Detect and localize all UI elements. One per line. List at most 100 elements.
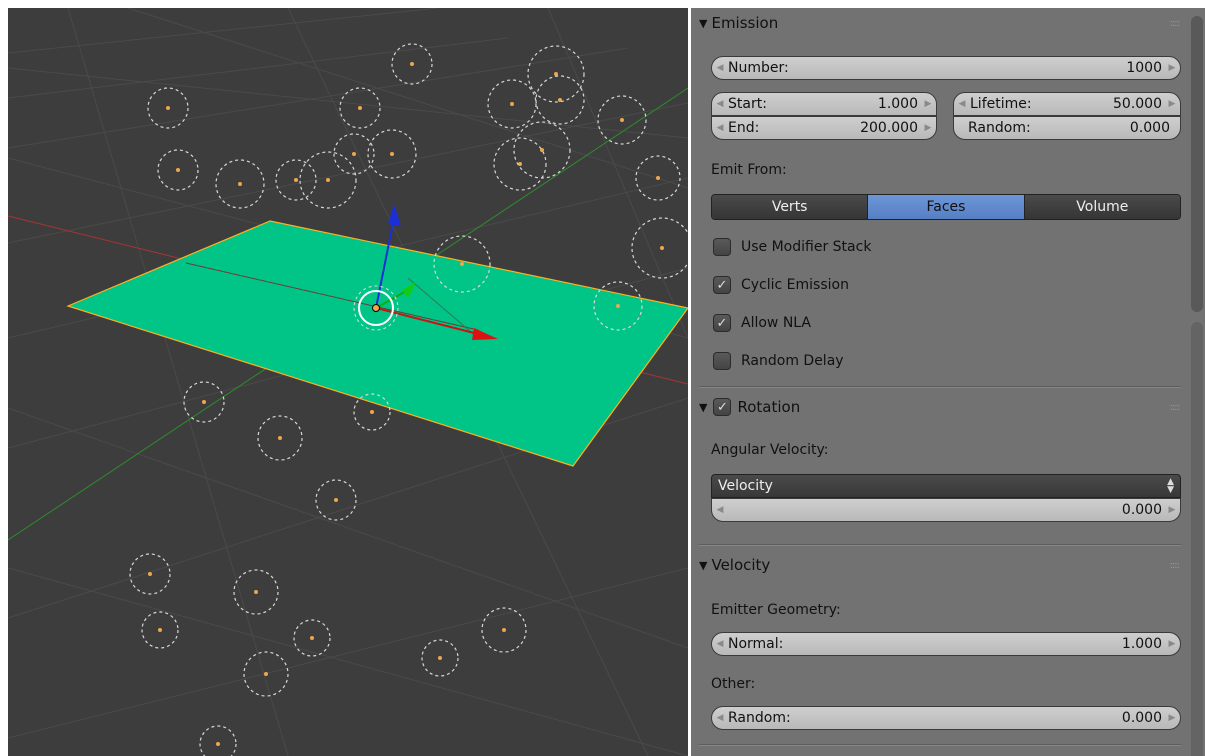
panel-scrollbar-thumb[interactable] — [1191, 322, 1203, 756]
viewport-canvas[interactable] — [8, 8, 688, 756]
particle-dot — [620, 118, 624, 122]
emitter-plane[interactable] — [66, 220, 688, 467]
decrement-arrow-icon[interactable]: ◀ — [712, 123, 728, 133]
emit-from-volume[interactable]: Volume — [1024, 195, 1180, 219]
random-label: Random: — [968, 120, 1031, 136]
grid-line — [8, 8, 439, 54]
decrement-arrow-icon[interactable]: ◀ — [712, 99, 728, 109]
emit-from-verts[interactable]: Verts — [712, 195, 869, 219]
drag-grip-icon[interactable]: :::: — [1170, 18, 1181, 29]
rotation-enable-check-icon[interactable]: ✓ — [713, 398, 732, 416]
other-label: Other: — [711, 676, 756, 692]
particle-dot — [158, 628, 162, 632]
angular-velocity-amount-field[interactable]: ◀ 0.000 ▶ — [711, 498, 1181, 522]
decrement-arrow-icon[interactable]: ◀ — [712, 63, 728, 73]
particle-dot — [294, 178, 298, 182]
increment-arrow-icon[interactable]: ▶ — [1164, 713, 1180, 723]
particle-dot — [148, 572, 152, 576]
start-field[interactable]: ◀ Start: 1.000 ▶ — [711, 92, 937, 116]
rotation-panel-header[interactable]: ▼ ✓ Rotation :::: — [699, 392, 1181, 422]
checkbox-label: Use Modifier Stack — [741, 239, 872, 255]
increment-arrow-icon[interactable]: ▶ — [1164, 63, 1180, 73]
collapse-icon[interactable]: ▼ — [699, 17, 707, 30]
checkbox-label: Cyclic Emission — [741, 277, 849, 293]
normal-field[interactable]: ◀ Normal: 1.000 ▶ — [711, 632, 1181, 656]
angular-velocity-mode-dropdown[interactable]: Velocity ▲ ▼ — [711, 474, 1181, 498]
velocity-panel-header[interactable]: ▼ Velocity :::: — [699, 550, 1181, 580]
number-value: 1000 — [1126, 60, 1162, 76]
normal-value: 1.000 — [1121, 636, 1162, 652]
properties-panel: ▼ Emission :::: ◀ Number: 1000 ▶ ◀ Start… — [691, 8, 1205, 756]
increment-arrow-icon[interactable]: ▶ — [1164, 505, 1180, 515]
decrement-arrow-icon[interactable]: ◀ — [712, 713, 728, 723]
particle-dot — [656, 176, 660, 180]
emit-from-label: Emit From: — [711, 162, 787, 178]
section-divider — [699, 744, 1181, 746]
particle-dot — [410, 62, 414, 66]
particle-dot — [518, 162, 522, 166]
lifetime-label: Lifetime: — [970, 96, 1032, 112]
particle-dot — [326, 178, 330, 182]
drag-grip-icon[interactable]: :::: — [1170, 402, 1181, 413]
particle-dot — [370, 410, 374, 414]
cyclic-emission-checkbox[interactable]: ✓ Cyclic Emission — [713, 274, 849, 296]
random-velocity-field[interactable]: ◀ Random: 0.000 ▶ — [711, 706, 1181, 730]
number-field[interactable]: ◀ Number: 1000 ▶ — [711, 56, 1181, 80]
particle-dot — [216, 742, 220, 746]
emit-from-faces[interactable]: Faces — [868, 195, 1025, 219]
increment-arrow-icon[interactable]: ▶ — [1164, 99, 1180, 109]
normal-label: Normal: — [728, 636, 784, 652]
particle-dot — [334, 498, 338, 502]
grid-line — [8, 47, 629, 149]
particle-dot — [390, 152, 394, 156]
particle-dot — [660, 246, 664, 250]
end-value: 200.000 — [860, 120, 918, 136]
particle-dot — [202, 400, 206, 404]
particle-dot — [238, 182, 242, 186]
decrement-arrow-icon[interactable]: ◀ — [954, 99, 970, 109]
lifetime-field[interactable]: ◀ Lifetime: 50.000 ▶ — [953, 92, 1181, 116]
checkbox-label: Allow NLA — [741, 315, 811, 331]
start-value: 1.000 — [877, 96, 918, 112]
collapse-icon[interactable]: ▼ — [699, 559, 707, 572]
allow-nla-checkbox[interactable]: ✓ Allow NLA — [713, 312, 811, 334]
particle-dot — [502, 628, 506, 632]
particle-radius-circle — [199, 725, 237, 756]
particle-dot — [460, 262, 464, 266]
random-value: 0.000 — [1121, 710, 1162, 726]
random-emission-field[interactable]: Random: 0.000 — [953, 116, 1181, 140]
drag-grip-icon[interactable]: :::: — [1170, 560, 1181, 571]
particle-dot — [540, 148, 544, 152]
grid-line — [8, 567, 688, 739]
increment-arrow-icon[interactable]: ▶ — [920, 99, 936, 109]
particle-dot — [254, 590, 258, 594]
particle-dot — [176, 168, 180, 172]
decrement-arrow-icon[interactable]: ◀ — [712, 505, 728, 515]
emission-title: Emission — [711, 14, 779, 32]
random-delay-checkbox[interactable]: Random Delay — [713, 350, 844, 372]
check-icon[interactable]: ✓ — [713, 314, 731, 332]
checkbox-unchecked[interactable] — [713, 352, 731, 370]
rotation-title: Rotation — [737, 398, 801, 416]
3d-viewport[interactable] — [8, 8, 688, 756]
particle-dot — [358, 106, 362, 110]
object-origin-dot — [372, 304, 380, 312]
emission-panel-header[interactable]: ▼ Emission :::: — [699, 8, 1181, 38]
section-divider — [699, 386, 1181, 388]
amount-value: 0.000 — [1121, 502, 1162, 518]
random-value: 0.000 — [1129, 120, 1170, 136]
z-axis-arrowhead — [388, 204, 401, 226]
velocity-title: Velocity — [711, 556, 771, 574]
end-field[interactable]: ◀ End: 200.000 ▶ — [711, 116, 937, 140]
decrement-arrow-icon[interactable]: ◀ — [712, 639, 728, 649]
particle-dot — [166, 106, 170, 110]
collapse-icon[interactable]: ▼ — [699, 401, 707, 414]
particle-dot — [510, 102, 514, 106]
use-modifier-stack-checkbox[interactable]: Use Modifier Stack — [713, 236, 871, 258]
checkbox-label: Random Delay — [741, 353, 844, 369]
increment-arrow-icon[interactable]: ▶ — [1164, 639, 1180, 649]
check-icon[interactable]: ✓ — [713, 276, 731, 294]
checkbox-unchecked[interactable] — [713, 238, 731, 256]
panel-scrollbar-top[interactable] — [1191, 16, 1203, 312]
increment-arrow-icon[interactable]: ▶ — [920, 123, 936, 133]
